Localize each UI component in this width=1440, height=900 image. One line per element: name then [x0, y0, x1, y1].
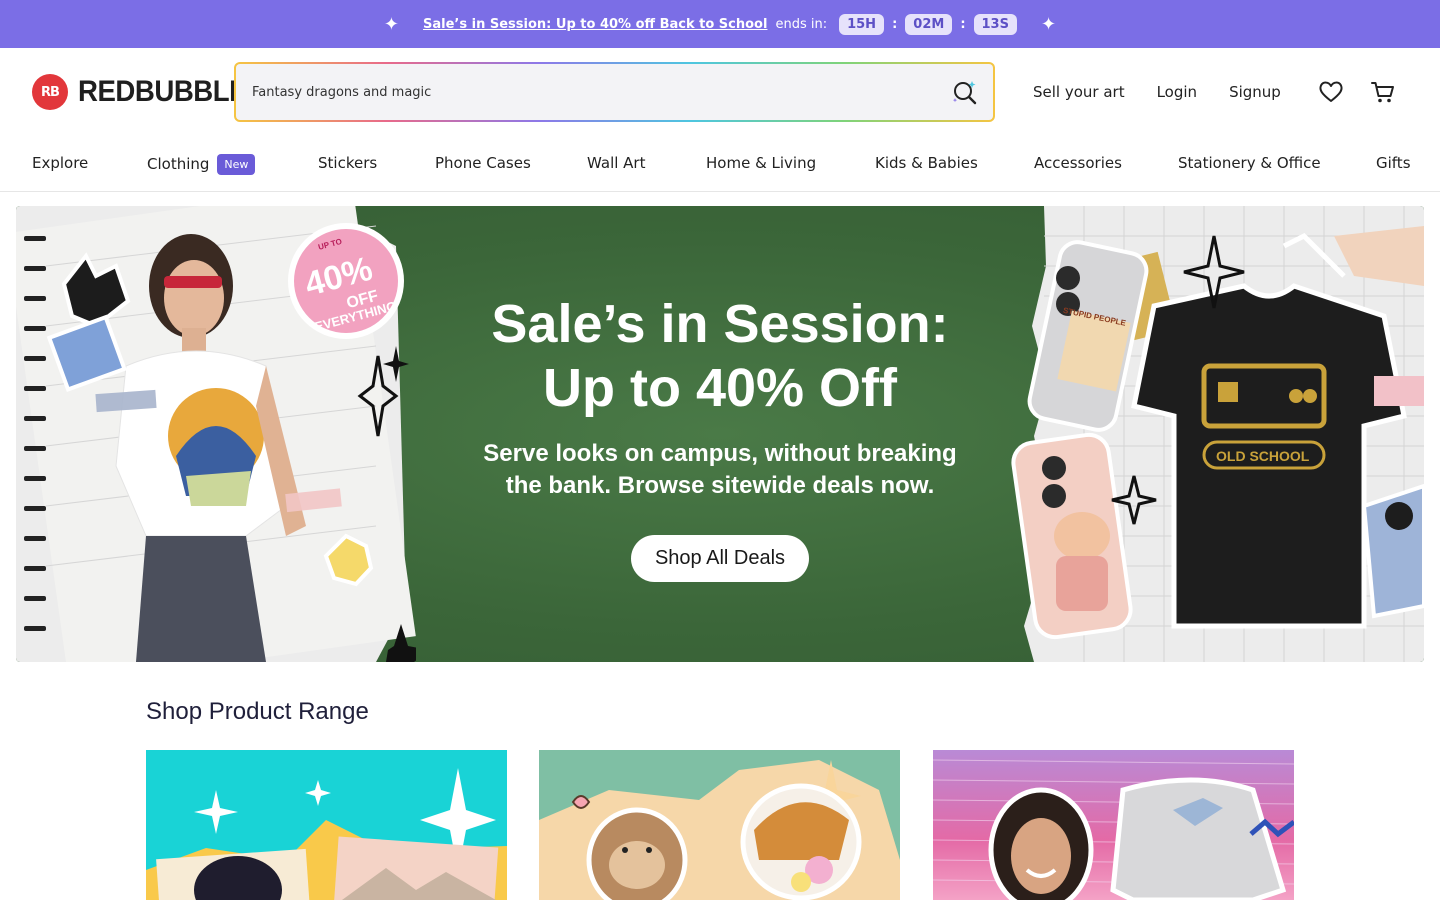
hero-left-collage: UP TO 40% OFF EVERYTHING — [16, 206, 430, 662]
nav-gifts[interactable]: Gifts — [1376, 154, 1411, 172]
timer-minutes: 02M — [905, 13, 953, 35]
hero-title-line2: Up to 40% Off — [542, 358, 897, 418]
shop-all-deals-button[interactable]: Shop All Deals — [631, 535, 809, 582]
logo-text: REDBUBBLE — [78, 75, 248, 108]
header-actions: Sell your art Login Signup — [1033, 78, 1397, 106]
hero-subtitle-line2: the bank. Browse sitewide deals now. — [505, 472, 935, 499]
hero-subtitle-line1: Serve looks on campus, without breaking — [483, 440, 957, 467]
promo-ends-label: ends in: — [775, 16, 828, 32]
nav-stickers[interactable]: Stickers — [318, 154, 377, 172]
nav-stationery-office[interactable]: Stationery & Office — [1178, 154, 1321, 172]
hero-title: Sale’s in Session: Up to 40% Off — [420, 292, 1020, 420]
nav-kids-babies[interactable]: Kids & Babies — [875, 154, 978, 172]
search-icon[interactable] — [951, 79, 977, 105]
nav-clothing[interactable]: Clothing New — [147, 154, 256, 175]
login-link[interactable]: Login — [1157, 83, 1197, 101]
promo-link[interactable]: Sale’s in Session: Up to 40% off Back to… — [423, 17, 767, 32]
logo[interactable]: RB REDBUBBLE — [32, 74, 262, 110]
hero-right-collage: STUPID PEOPLE OLD SCHOOL — [1004, 206, 1424, 662]
product-tile[interactable] — [539, 750, 900, 900]
nav-phone-cases[interactable]: Phone Cases — [435, 154, 531, 172]
hero-title-line1: Sale’s in Session: — [491, 294, 949, 354]
nav-accessories[interactable]: Accessories — [1034, 154, 1122, 172]
search-bar — [234, 62, 995, 122]
heart-icon[interactable] — [1317, 78, 1345, 106]
nav-home-living[interactable]: Home & Living — [706, 154, 816, 172]
timer-seconds: 13S — [973, 13, 1017, 35]
hero-banner[interactable]: UP TO 40% OFF EVERYTHING STUPID PEOPLE O… — [16, 206, 1424, 662]
product-tile[interactable] — [146, 750, 507, 900]
timer-separator: : — [960, 16, 966, 32]
hero-subtitle: Serve looks on campus, without breaking … — [420, 438, 1020, 502]
product-tile[interactable] — [933, 750, 1294, 900]
logo-mark-icon: RB — [32, 74, 68, 110]
section-title: Shop Product Range — [146, 698, 369, 725]
new-badge: New — [217, 154, 256, 175]
shirt-graphic-text: OLD SCHOOL — [1216, 448, 1310, 464]
timer-hours: 15H — [839, 13, 885, 35]
search-input[interactable] — [252, 84, 951, 100]
nav-explore[interactable]: Explore — [32, 154, 88, 172]
signup-link[interactable]: Signup — [1229, 83, 1281, 101]
sell-your-art-link[interactable]: Sell your art — [1033, 83, 1125, 101]
nav-clothing-label: Clothing — [147, 155, 210, 173]
cart-icon[interactable] — [1369, 78, 1397, 106]
nav-wall-art[interactable]: Wall Art — [587, 154, 645, 172]
promo-bar: ✦ Sale’s in Session: Up to 40% off Back … — [0, 0, 1440, 48]
sparkle-icon: ✦ — [1040, 13, 1057, 35]
timer-separator: : — [892, 16, 898, 32]
category-nav: Explore Clothing New Stickers Phone Cases… — [0, 136, 1440, 192]
sparkle-icon: ✦ — [383, 13, 400, 35]
site-header: RB REDBUBBLE Sell your art Login Signup — [0, 48, 1440, 136]
